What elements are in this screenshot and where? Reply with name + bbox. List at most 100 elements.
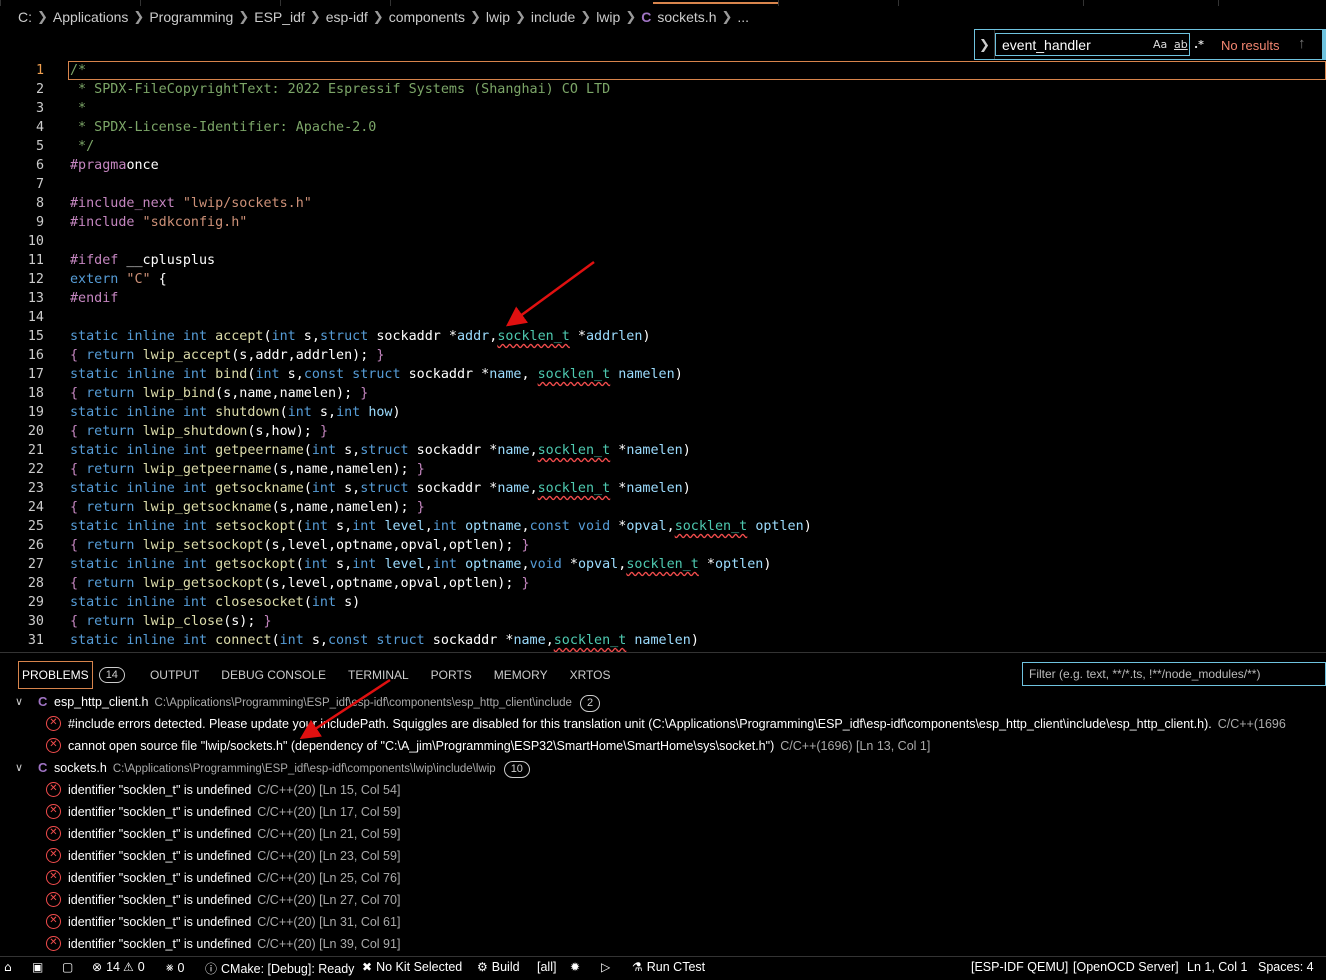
code-token: getsockopt [215,557,296,572]
code-token: * [610,481,627,496]
tab-memory[interactable]: MEMORY [483,661,559,689]
code-token: return [86,538,135,553]
build-button[interactable]: ⚙ Build [477,960,520,974]
problem-item[interactable]: ✕ identifier "socklen_t" is undefined C/C+… [0,779,1326,801]
breadcrumb-item[interactable]: lwip [596,9,620,25]
code-token: lwip_getsockname [142,500,272,515]
line-number: 22 [27,462,44,477]
breadcrumb-item[interactable]: Applications [53,9,129,25]
problem-group-header[interactable]: ∨ Csockets.h C:\Applications\Programming\E… [0,757,1326,779]
problem-item[interactable]: ✕ identifier "socklen_t" is undefined C/C+… [0,845,1326,867]
previous-match-arrow-icon[interactable]: ↑ [1298,35,1306,52]
cmake-status[interactable]: ⓘ CMake: [Debug]: Ready [205,960,354,977]
breadcrumb-item[interactable]: include [531,9,575,25]
tab-xrtos[interactable]: XRTOS [559,661,622,689]
toggle-replace-chevron-icon[interactable]: ❯ [975,30,995,59]
chevron-down-icon[interactable]: ∨ [15,757,23,779]
code-editor[interactable]: 1 /* 2 * SPDX-FileCopyrightText: 2022 Espr… [0,60,1326,652]
code-text: static inline int closesocket(int s) [70,593,360,612]
problem-item[interactable]: ✕ identifier "socklen_t" is undefined C/C+… [0,911,1326,933]
code-token: s, [279,367,304,382]
chevron-down-icon[interactable]: ∨ [15,691,23,713]
chevron-right-icon: ❯ [238,9,250,24]
remote-icon[interactable]: ⌂ [4,960,16,974]
code-token: getpeername [215,443,304,458]
breadcrumb-item[interactable]: ESP_idf [254,9,305,25]
code-token: int [271,329,296,344]
breadcrumb-item[interactable]: Programming [149,9,233,25]
problem-source: C/C++(20) [Ln 31, Col 61] [257,915,401,929]
breadcrumb-item[interactable]: esp-idf [326,9,368,25]
problem-item[interactable]: ✕ identifier "socklen_t" is undefined C/C+… [0,823,1326,845]
problem-group-header[interactable]: ∨ Cesp_http_client.h C:\Applications\Progr… [0,691,1326,713]
code-token: int [255,367,280,382]
code-token: (s,name,namelen); [271,500,417,515]
problem-item[interactable]: ✕ identifier "socklen_t" is undefined C/C+… [0,889,1326,911]
problem-file-label: esp_http_client.h [54,695,149,709]
tab-problems[interactable]: PROBLEMS [18,661,93,689]
code-token: bind [215,367,248,382]
breadcrumb-item[interactable]: components [389,9,465,25]
breadcrumb-item[interactable]: lwip [486,9,510,25]
error-circle-icon: ✕ [46,716,61,731]
build-target[interactable]: [all] [537,960,556,974]
warning-count: 0 [137,960,145,974]
problem-message: identifier "socklen_t" is undefined C/C++… [68,845,400,867]
problem-item[interactable]: ✕ identifier "socklen_t" is undefined C/C+… [0,867,1326,889]
line-number: 10 [27,234,44,249]
problem-item[interactable]: ✕ cannot open source file "lwip/sockets.h… [0,735,1326,757]
whole-word-icon[interactable]: ab [1174,38,1188,51]
code-token: #include_next [70,196,175,211]
regex-icon[interactable]: .* [1194,38,1204,51]
code-token: optlen [715,557,764,572]
ports-status[interactable]: ⨳ 0 [166,960,184,975]
run-ctest-button[interactable]: ⚗ Run CTest [632,960,705,974]
tab-debug-console[interactable]: DEBUG CONSOLE [210,661,337,689]
tab-ports[interactable]: PORTS [420,661,483,689]
line-number: 16 [27,348,44,363]
openocd-status[interactable]: [OpenOCD Server] [1073,960,1179,974]
problem-item[interactable]: ✕ #include errors detected. Please update… [0,713,1326,735]
code-line: 19 static inline int shutdown(int s,int h… [0,403,1326,422]
select-target-icon[interactable]: ▢ [62,960,77,974]
cursor-position[interactable]: Ln 1, Col 1 [1187,960,1247,974]
problems-filter-input[interactable] [1023,663,1313,685]
code-line: 31 static inline int connect(int s,const … [0,631,1326,650]
problem-message: identifier "socklen_t" is undefined C/C++… [68,889,400,911]
problem-source: C/C++(20) [Ln 27, Col 70] [257,893,401,907]
kit-status[interactable]: ✖ No Kit Selected [362,960,462,974]
find-widget-resize-bar[interactable] [1322,30,1325,59]
indentation-status[interactable]: Spaces: 4 [1258,960,1314,974]
code-token: "C" [118,272,151,287]
code-text: static inline int getpeername(int s,stru… [70,441,691,460]
run-icon[interactable]: ▷ [601,960,614,974]
find-widget: ❯ Aa ab .* No results ↑ [974,29,1326,60]
debug-icon[interactable]: ✹ [570,960,584,974]
tab-terminal[interactable]: TERMINAL [337,661,420,689]
match-case-icon[interactable]: Aa [1153,38,1167,51]
problem-file-label: sockets.h [54,761,107,775]
problem-item[interactable]: ✕ identifier "socklen_t" is undefined C/C+… [0,933,1326,955]
code-token: name [513,633,546,648]
breadcrumb-file[interactable]: sockets.h [657,9,716,25]
code-text: { return lwip_setsockopt(s,level,optname… [70,536,530,555]
chevron-right-icon: ❯ [309,9,321,24]
code-token: #pragma [70,158,127,173]
build-label: Build [491,960,520,974]
code-token: lwip_getpeername [142,462,272,477]
problem-message: identifier "socklen_t" is undefined C/C++… [68,867,400,889]
tab-output[interactable]: OUTPUT [139,661,210,689]
breadcrumb-ellipsis[interactable]: ... [737,9,749,25]
code-token: * [70,101,87,116]
terminal-icon[interactable]: ▣ [32,960,47,974]
code-token: (s,level,optname,opval,optlen); [263,538,522,553]
find-input[interactable] [1002,36,1152,53]
breadcrumb-item[interactable]: C: [18,9,32,25]
code-token: shutdown [215,405,280,420]
qemu-status[interactable]: [ESP-IDF QEMU] [971,960,1068,974]
code-token: lwip_accept [142,348,232,363]
problems-status[interactable]: ⊗ 14 ⚠ 0 [92,960,145,974]
problem-item[interactable]: ✕ identifier "socklen_t" is undefined C/C+… [0,801,1326,823]
code-token: { [150,272,167,287]
